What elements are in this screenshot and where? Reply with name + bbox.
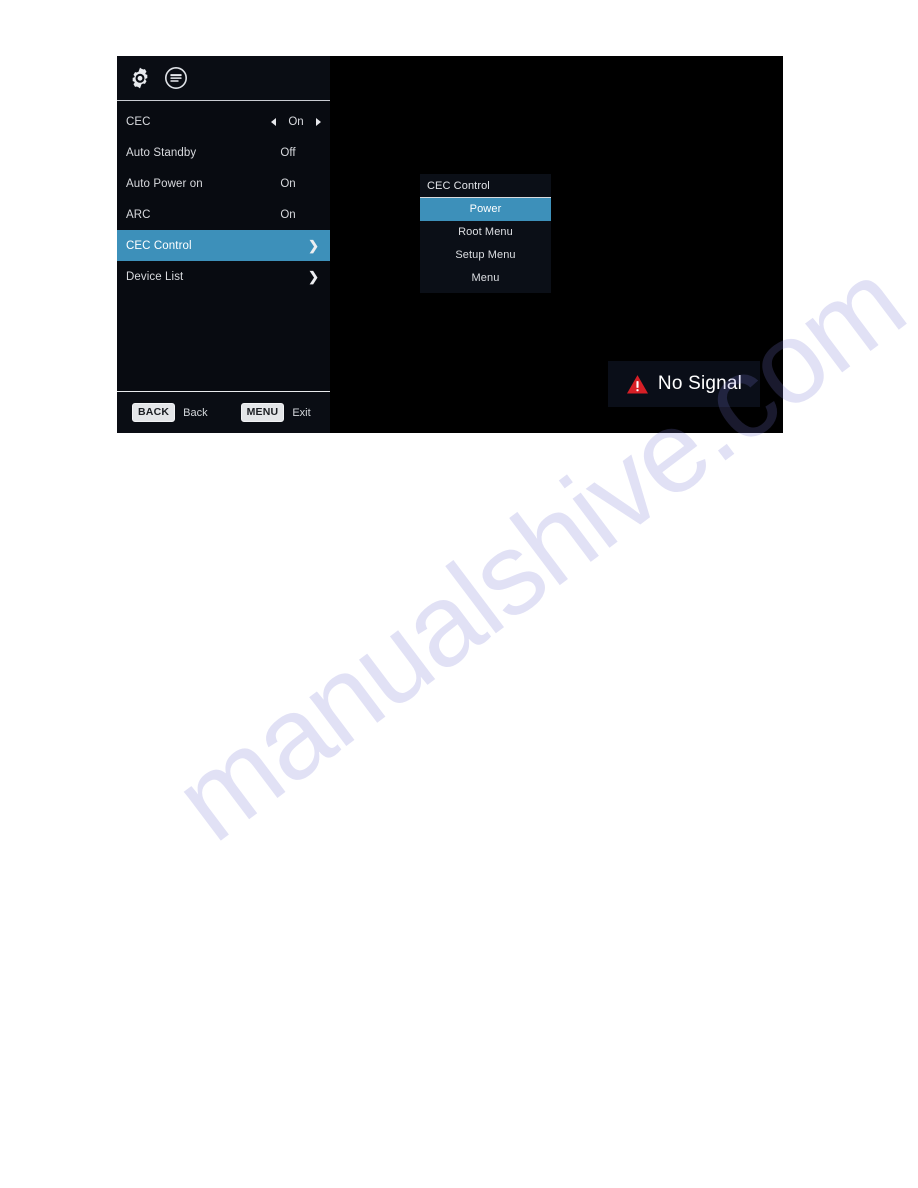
no-signal-badge: No Signal (608, 361, 760, 407)
menu-item-control: On (277, 178, 321, 190)
menu-item-label: CEC (126, 115, 151, 128)
panel-header (117, 56, 330, 101)
menu-item-label: Auto Power on (126, 177, 203, 190)
arrow-right-icon[interactable] (316, 117, 321, 126)
no-signal-label: No Signal (657, 373, 743, 394)
menu-item-control: ❯ (308, 239, 321, 252)
menu-key-cap[interactable]: MENU (240, 403, 285, 422)
menu-key-group[interactable]: MENU Exit (240, 403, 311, 422)
back-key-group[interactable]: BACK Back (132, 403, 208, 422)
popup-item-setup-menu[interactable]: Setup Menu (420, 244, 551, 267)
menu-item-control: Off (277, 147, 321, 159)
back-key-cap[interactable]: BACK (132, 403, 176, 422)
menu-item-control: On (277, 209, 321, 221)
menu-item-value: Off (280, 146, 296, 159)
settings-menu-list: CEC On Auto Standby Off Auto Power on On (117, 101, 330, 391)
menu-item-auto-standby[interactable]: Auto Standby Off (117, 137, 330, 168)
menu-item-value: On (280, 177, 296, 190)
osd-screenshot: CEC On Auto Standby Off Auto Power on On (117, 56, 783, 433)
video-preview-panel: CEC Control Power Root Menu Setup Menu M… (330, 56, 783, 433)
menu-item-value: On (280, 208, 296, 221)
arrow-left-icon[interactable] (271, 117, 276, 126)
settings-gear-icon[interactable] (128, 66, 152, 90)
menu-key-caption: Exit (292, 406, 311, 419)
menu-item-label: CEC Control (126, 239, 192, 252)
menu-item-label: Auto Standby (126, 146, 197, 159)
menu-item-control: ❯ (308, 270, 321, 283)
menu-item-value: On (288, 115, 304, 128)
popup-item-root-menu[interactable]: Root Menu (420, 221, 551, 244)
chevron-right-icon: ❯ (308, 238, 319, 253)
menu-item-label: Device List (126, 270, 184, 283)
popup-item-menu[interactable]: Menu (420, 267, 551, 290)
cec-control-popup-title: CEC Control (420, 174, 551, 198)
menu-item-cec[interactable]: CEC On (117, 106, 330, 137)
menu-item-label: ARC (126, 208, 151, 221)
cec-control-popup: CEC Control Power Root Menu Setup Menu M… (420, 174, 551, 293)
popup-item-power[interactable]: Power (420, 198, 551, 221)
panel-footer: BACK Back MENU Exit (117, 391, 330, 433)
chevron-right-icon: ❯ (308, 269, 319, 284)
menu-item-arc[interactable]: ARC On (117, 199, 330, 230)
menu-item-auto-power-on[interactable]: Auto Power on On (117, 168, 330, 199)
menu-item-device-list[interactable]: Device List ❯ (117, 261, 330, 292)
settings-panel: CEC On Auto Standby Off Auto Power on On (117, 56, 330, 433)
menu-list-circle-icon[interactable] (164, 66, 188, 90)
menu-item-control: On (271, 116, 321, 128)
warning-triangle-icon (626, 374, 649, 395)
back-key-caption: Back (183, 406, 208, 419)
menu-item-cec-control[interactable]: CEC Control ❯ (117, 230, 330, 261)
